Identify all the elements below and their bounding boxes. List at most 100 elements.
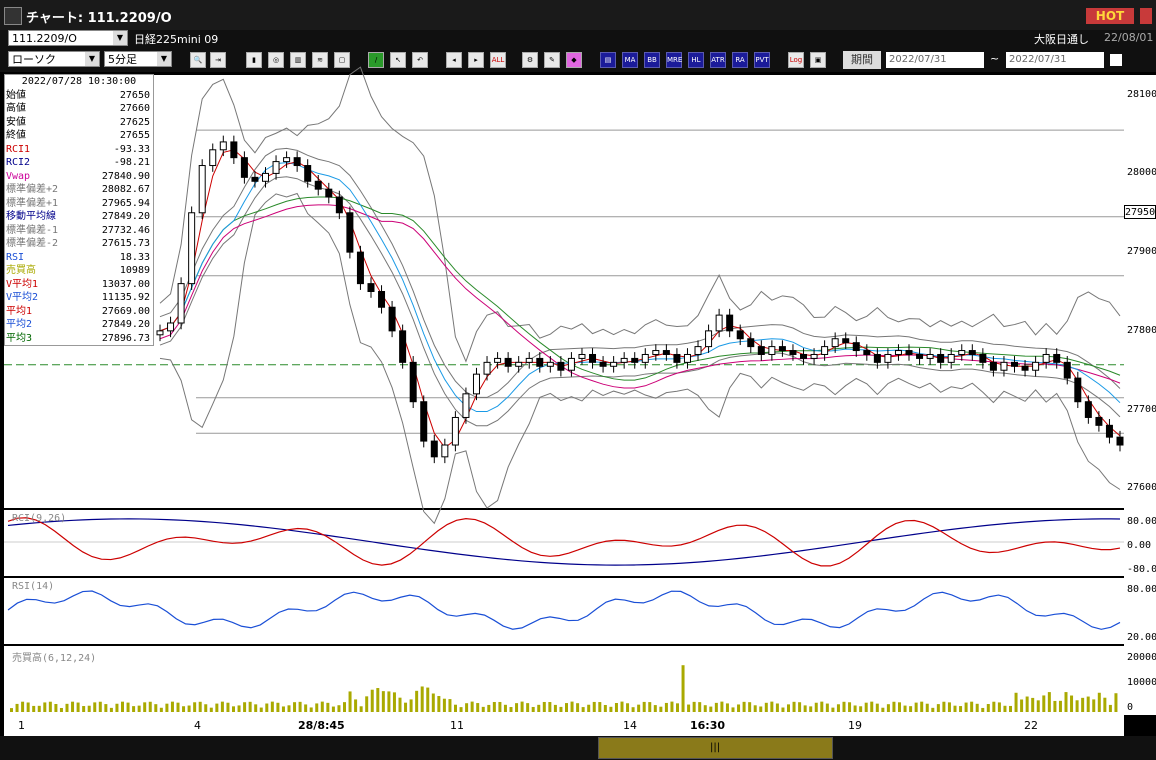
volume-bar [1047,692,1051,712]
volume-bar [404,702,408,712]
candle-body [1032,361,1040,371]
volume-bar [992,701,996,712]
volume-bar [170,701,174,712]
volume-bar [598,702,602,712]
volume-bar [803,705,807,712]
data-window-row: 移動平均線 27849.20 [5,210,153,224]
candle-body [388,306,396,332]
bollinger-lower-line [159,192,1121,525]
price-tick-label: 27700 [1127,403,1156,415]
volume-bar [997,702,1001,712]
volume-bar [365,696,369,712]
volume-bar [392,692,396,712]
volume-bar [687,704,691,712]
volume-bar [387,691,391,712]
candle-body [968,350,976,355]
volume-bar [204,704,208,712]
data-window-key: 標準偏差+1 [6,197,59,209]
data-window-key: RSI [6,251,25,263]
data-window: 2022/07/28 10:30:00 始値 27650 高値 27660 安値 2762… [4,74,154,346]
volume-bar [281,706,285,712]
data-window-key: 平均3 [6,332,33,344]
volume-bar [1086,696,1090,712]
data-window-row: V平均1 13037.00 [5,278,153,292]
volume-bar [692,701,696,712]
candle-body [483,361,491,375]
volume-bar [603,704,607,712]
data-window-row: 平均1 27669.00 [5,305,153,319]
volume-bar [159,707,163,712]
volume-bar [748,702,752,712]
volume-bar [515,703,519,712]
data-window-key: 売買高 [6,265,36,276]
candle-body [283,157,291,163]
data-window-key: V平均2 [6,292,39,303]
volume-bar [676,703,679,712]
candle-body [662,350,670,355]
volume-bar [920,701,924,712]
volume-bar [487,704,491,712]
volume-bar [870,701,874,712]
volume-bar [570,701,574,712]
candle-body [230,141,238,159]
volume-bar [232,706,235,712]
volume-bar [798,702,802,712]
data-window-value: 27896.73 [101,332,150,344]
volume-bar [137,705,141,712]
candle-body [1021,365,1029,371]
volume-bar [293,702,297,712]
volume-bar [831,707,835,712]
volume-bar [304,704,308,712]
volume-bar [226,702,230,712]
volume-bar [909,706,913,712]
volume-bar [875,703,879,712]
data-window-value: 27615.73 [101,238,150,249]
rsi-line [7,590,1121,630]
volume-bar [481,706,485,712]
panel-tick-label: 80.00 [1127,516,1156,527]
candle-body [683,353,691,363]
candle-body [610,361,618,367]
data-window-key: Vwap [6,170,31,182]
volume-bar [87,705,91,712]
data-window-key: 安値 [6,116,26,128]
volume-bar [448,699,452,712]
data-window-key: 移動平均線 [6,211,56,222]
volume-bar [298,701,302,712]
candle-body [325,188,333,198]
candle-body [188,212,196,285]
volume-bar [331,706,335,712]
ma2-line [159,162,1121,413]
data-window-value: 27732.46 [101,224,150,236]
volume-bar [964,702,968,712]
data-window-value: 11135.92 [101,292,150,303]
candle-body [1105,424,1113,438]
volume-bar [237,705,241,712]
candle-body [1000,361,1008,371]
volume-bar [1064,692,1068,712]
volume-bar [476,703,480,712]
volume-bar [1042,695,1046,712]
horizontal-scrollbar[interactable]: ||| [0,736,1156,760]
volume-bar [320,701,324,712]
volume-bar [21,701,25,712]
volume-bar [370,689,374,712]
volume-bar [886,704,890,712]
volume-bar [565,703,568,712]
data-window-key: 平均2 [6,319,33,330]
volume-bar [925,703,929,712]
candle-body [451,416,459,446]
candle-body [589,353,597,363]
volume-bar [126,702,130,712]
volume-bar [220,701,224,712]
candle-body [462,393,470,418]
volume-bar [720,701,724,712]
time-tick-label: 28/8:45 [298,719,345,732]
data-window-row: RCI2 -98.21 [5,156,153,170]
data-window-value: 27655 [119,130,150,141]
volume-bar [65,703,69,712]
volume-bar [198,701,202,712]
data-window-row: 安値 27625 [5,116,153,130]
data-window-value: 27849.20 [101,319,150,330]
candle-body [536,357,544,367]
